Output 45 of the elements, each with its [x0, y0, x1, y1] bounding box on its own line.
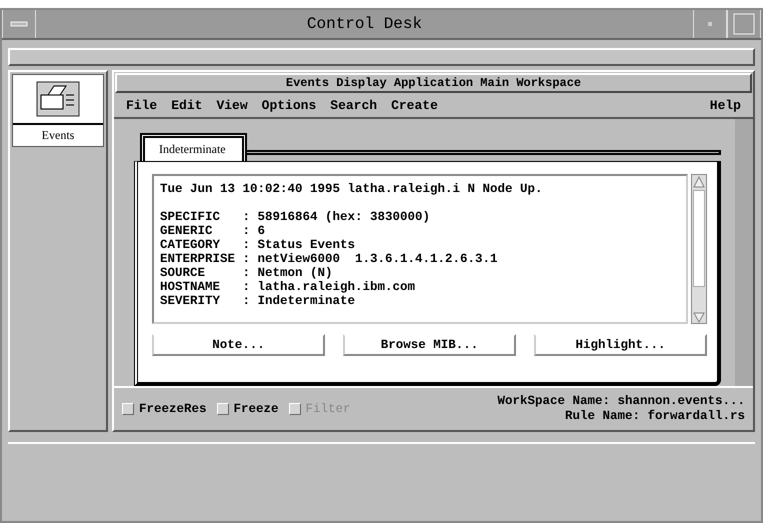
down-arrow-icon[interactable]	[692, 311, 706, 323]
window-menu-button[interactable]	[2, 10, 36, 38]
field-label: SPECIFIC	[160, 210, 222, 224]
action-button[interactable]: Highlight...	[534, 334, 707, 356]
checkbox-label: FreezeRes	[139, 402, 207, 416]
field-label: HOSTNAME	[160, 280, 222, 294]
checkbox[interactable]	[216, 403, 229, 415]
action-button[interactable]: Browse MIB...	[343, 334, 516, 356]
checkbox-label: Freeze	[234, 402, 279, 416]
field-value: : 6	[242, 224, 266, 238]
rule-name: Rule Name: forwardall.rs	[564, 409, 745, 424]
field-value: : Indeterminate	[242, 294, 356, 308]
up-arrow-icon[interactable]	[692, 175, 706, 189]
scrollbar[interactable]	[691, 174, 707, 324]
sidebar-item[interactable]: Events	[12, 74, 104, 147]
field-value: : Netmon (N)	[242, 266, 334, 280]
window-title: Control Desk	[306, 14, 424, 35]
menu-item[interactable]: File	[126, 98, 158, 113]
field-value: : Status Events	[242, 238, 356, 252]
field-value: : netView6000 1.3.6.1.4.1.2.6.3.1	[242, 252, 499, 266]
minimize-button[interactable]	[693, 10, 727, 38]
tab[interactable]: Indeterminate	[140, 133, 247, 161]
field-label: SOURCE	[160, 266, 206, 280]
checkbox[interactable]	[122, 403, 134, 415]
event-text-area[interactable]	[152, 174, 688, 324]
workspace-name: WorkSpace Name: shannon.events...	[497, 394, 745, 409]
field-value: : 58916864 (hex: 3830000)	[242, 210, 432, 224]
help-menu[interactable]: Help	[710, 98, 741, 113]
menu-item[interactable]: View	[216, 98, 248, 113]
folder-icon	[36, 81, 80, 117]
field-label: SEVERITY	[160, 294, 222, 308]
action-button[interactable]: Note...	[152, 334, 325, 356]
app-title: Events Display Application Main Workspace	[115, 73, 752, 93]
menu-item[interactable]: Options	[262, 98, 316, 113]
menu-item[interactable]: Create	[391, 98, 438, 113]
event-summary: Tue Jun 13 10:02:40 1995 latha.raleigh.i N Node Up.	[160, 182, 544, 196]
bar-icon	[10, 21, 28, 27]
field-label: CATEGORY	[160, 238, 222, 252]
maximize-button[interactable]	[727, 10, 761, 38]
sidebar-label: Events	[40, 127, 76, 144]
field-label: GENERIC	[160, 224, 214, 238]
menu-item[interactable]: Edit	[171, 98, 202, 113]
menu-item[interactable]: Search	[330, 98, 378, 113]
field-label: ENTERPRISE	[160, 252, 236, 266]
field-value: : latha.raleigh.ibm.com	[242, 280, 416, 294]
